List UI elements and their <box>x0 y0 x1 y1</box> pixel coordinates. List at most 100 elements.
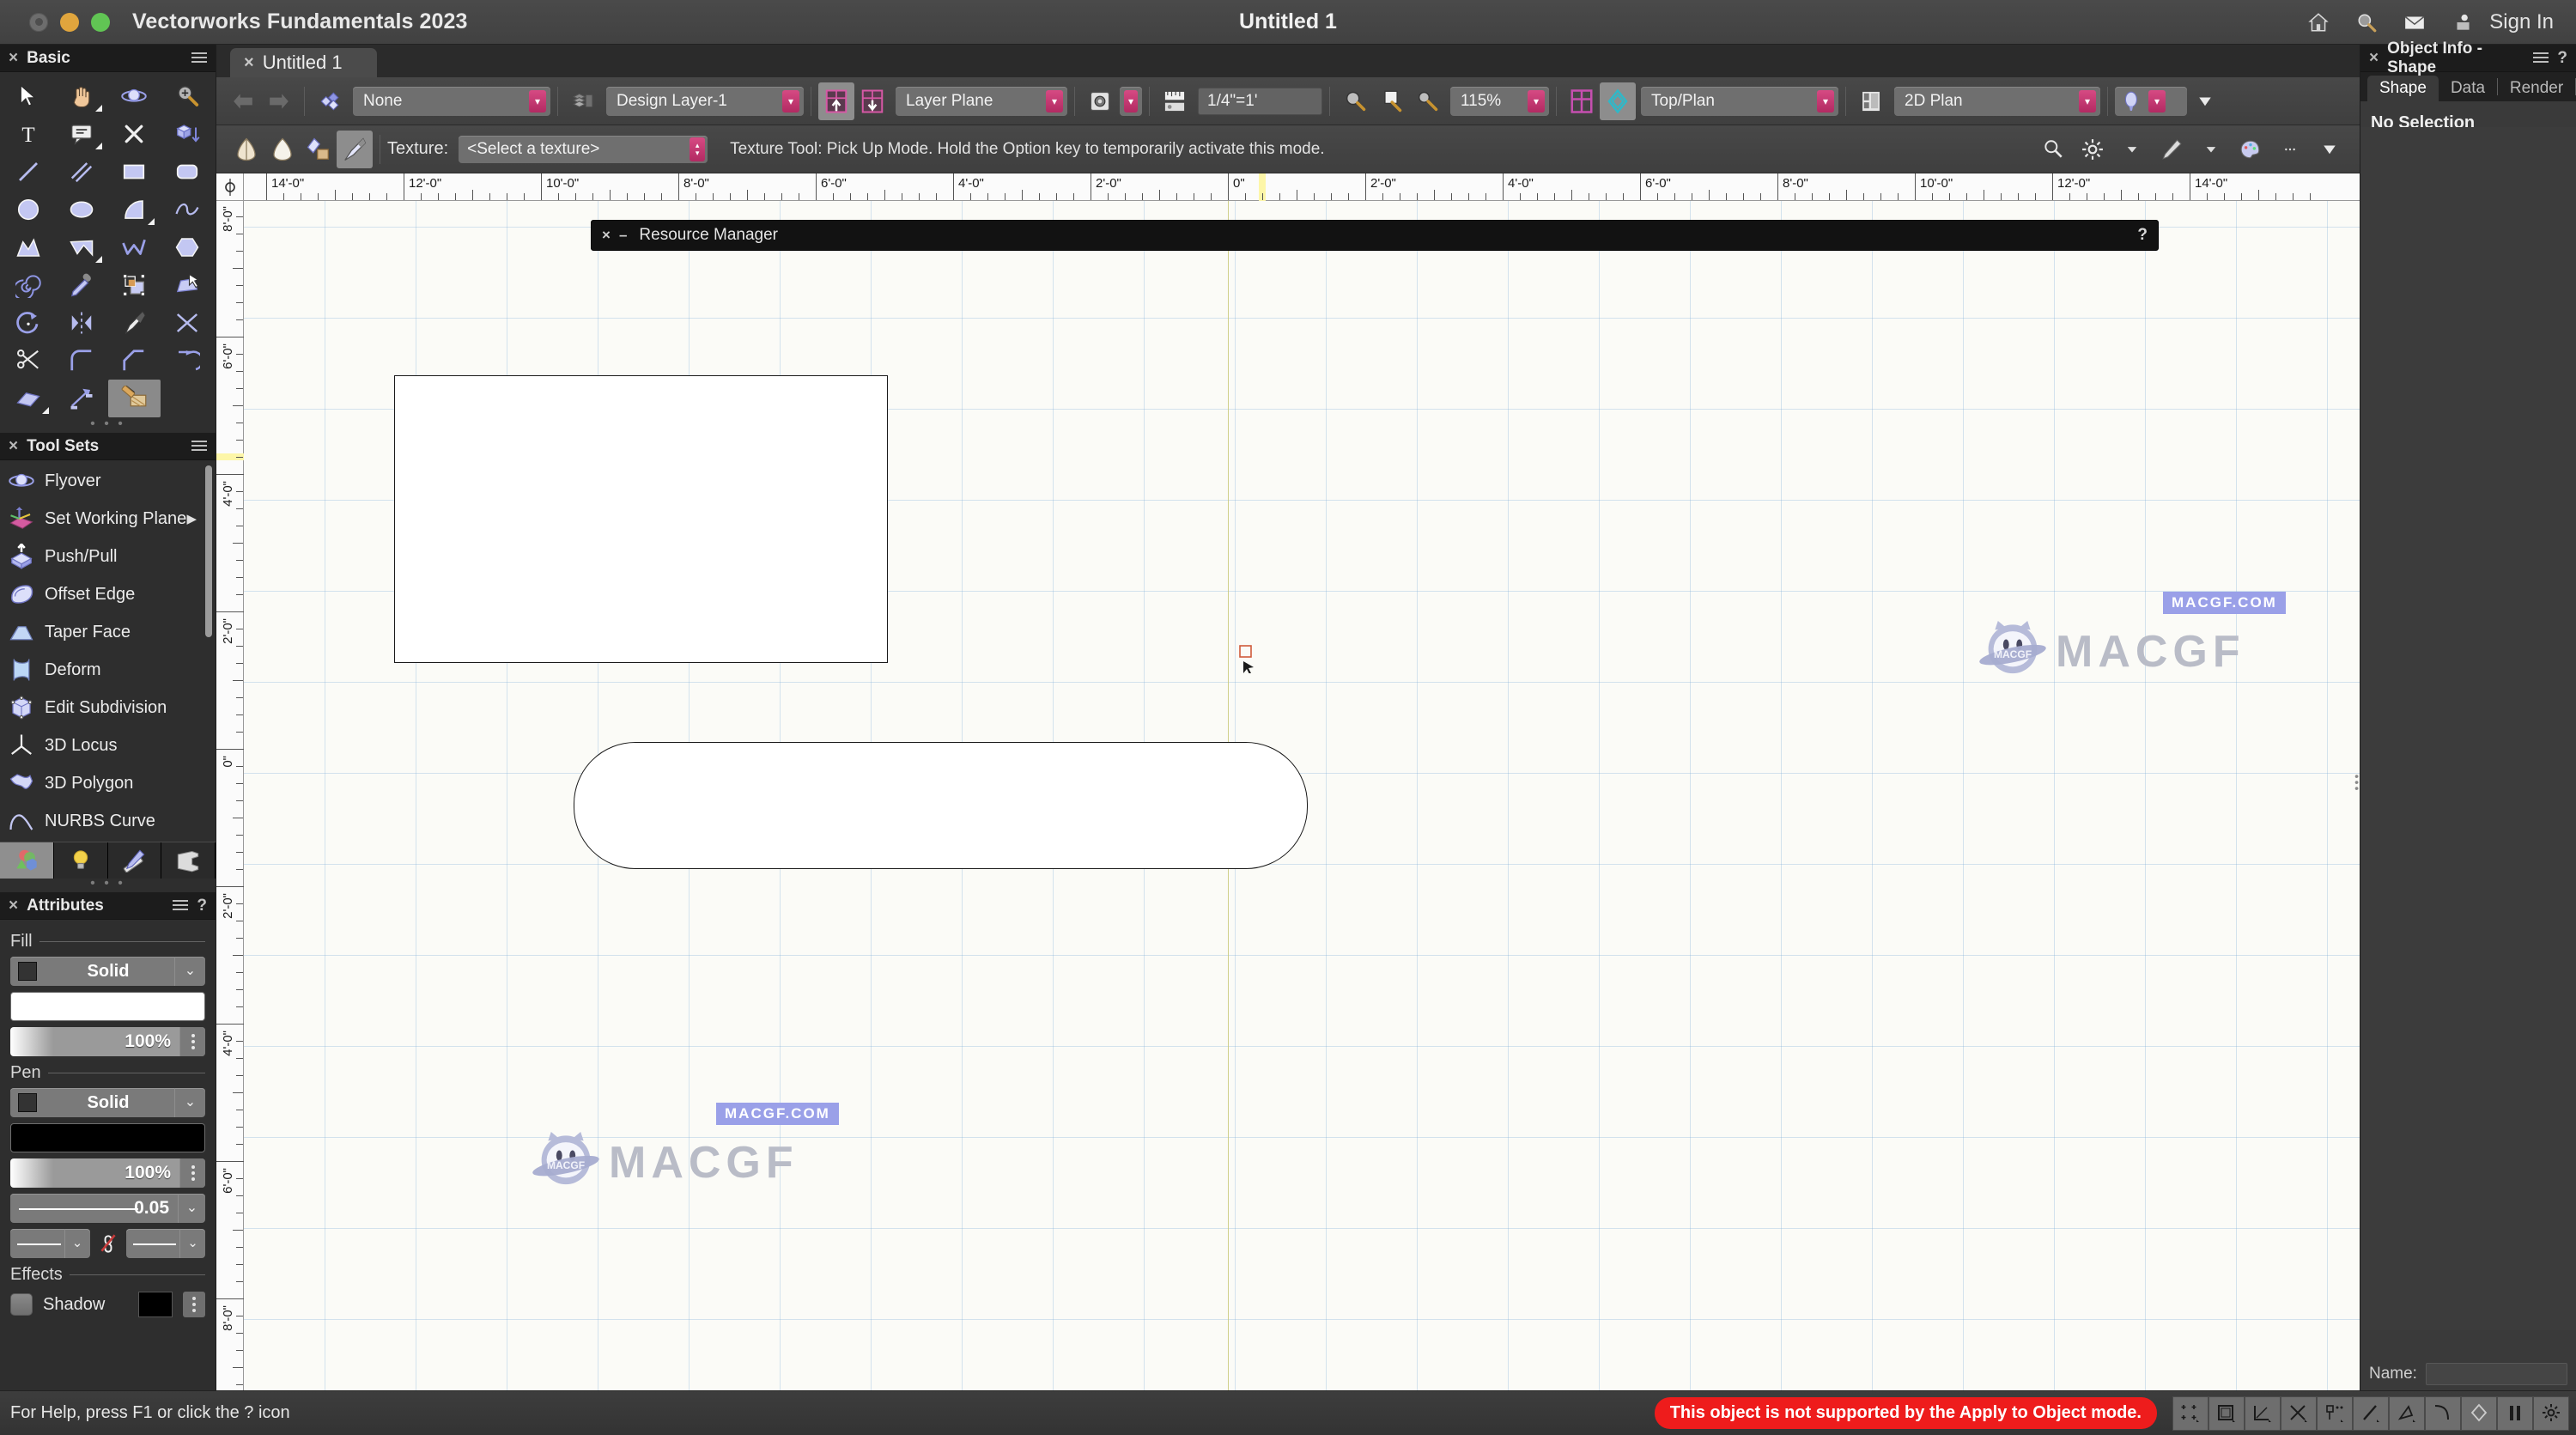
offset-tool[interactable] <box>161 342 214 380</box>
help-icon[interactable]: ? <box>2137 226 2148 245</box>
resource-manager-window[interactable]: × – Resource Manager ? <box>591 220 2159 251</box>
callout-tool[interactable] <box>55 115 108 153</box>
vertical-ruler[interactable]: 8'-0"6'-0"4'-0"2'-0"0"2'-0"4'-0"6'-0"8'-… <box>216 173 244 1390</box>
unified-view-dropdown[interactable]: ▾ <box>1120 87 1142 116</box>
tab-render[interactable]: Render <box>2498 76 2575 101</box>
chevron-down-icon[interactable]: ▾ <box>529 90 546 112</box>
spiral-tool[interactable] <box>2 266 55 304</box>
magnifier-settings-button[interactable] <box>2035 131 2071 168</box>
zoom-button[interactable] <box>1409 82 1445 120</box>
move-by-points-tool[interactable] <box>161 266 214 304</box>
scale-input[interactable]: 1/4"=1' <box>1198 88 1322 115</box>
palette-resize-handle[interactable]: • • • <box>0 879 216 892</box>
home-icon[interactable] <box>2306 11 2331 33</box>
sidebar-item-taper-face[interactable]: Taper Face <box>0 613 216 651</box>
eraser-tool[interactable] <box>2 380 55 417</box>
connect-combine-tool[interactable] <box>55 380 108 417</box>
rounded-rectangle-shape[interactable] <box>574 742 1308 869</box>
tab-shape[interactable]: Shape <box>2367 76 2439 101</box>
chevron-down-icon[interactable]: ▾ <box>1046 90 1063 112</box>
mail-icon[interactable] <box>2402 11 2427 33</box>
reshape-tool[interactable] <box>108 266 161 304</box>
spline-tool[interactable] <box>161 191 214 228</box>
locus-tool[interactable] <box>108 115 161 153</box>
detailing-tab[interactable] <box>161 842 216 879</box>
sign-in-button[interactable]: Sign In <box>2489 10 2554 34</box>
pick-up-mode[interactable] <box>337 131 373 168</box>
snap-to-angle-button[interactable] <box>2389 1396 2425 1431</box>
lighting-tab[interactable] <box>54 842 108 879</box>
render-mode-button[interactable] <box>1853 82 1889 120</box>
gear-dropdown[interactable] <box>2114 131 2150 168</box>
tab-data[interactable]: Data <box>2439 76 2497 101</box>
stepper-icon[interactable]: ▴▾ <box>690 137 705 161</box>
rectangle-tool[interactable] <box>108 153 161 191</box>
help-icon[interactable]: ? <box>2557 49 2567 68</box>
maximize-window-button[interactable] <box>91 13 110 32</box>
chevron-down-icon[interactable]: ▾ <box>782 90 799 112</box>
zoom-tool[interactable] <box>161 77 214 115</box>
fit-page-button[interactable] <box>1337 82 1373 120</box>
chevron-down-icon[interactable]: ▾ <box>1528 90 1545 112</box>
snap-to-object-button[interactable] <box>2208 1396 2245 1431</box>
rectangle-shape[interactable] <box>394 375 888 663</box>
chevron-right-icon[interactable]: ▶ <box>186 511 197 526</box>
ruler-corner[interactable] <box>216 173 244 201</box>
sidebar-item-deform[interactable]: Deform <box>0 651 216 689</box>
rounded-rectangle-tool[interactable] <box>161 153 214 191</box>
sidebar-item-3d-polygon[interactable]: 3D Polygon <box>0 764 216 802</box>
clip-tool[interactable] <box>161 304 214 342</box>
snap-to-grid-button[interactable] <box>2245 1396 2281 1431</box>
smart-edge-button[interactable] <box>2317 1396 2353 1431</box>
chevron-down-icon[interactable]: ⌄ <box>179 1229 205 1258</box>
end-marker-select[interactable]: ⌄ <box>126 1229 206 1258</box>
fillet-tool[interactable] <box>55 342 108 380</box>
toolbar-overflow-button[interactable] <box>2187 82 2223 120</box>
plane-down-button[interactable] <box>854 82 890 120</box>
shadow-checkbox[interactable] <box>10 1293 33 1316</box>
selection-tool[interactable] <box>2 77 55 115</box>
scale-button[interactable] <box>1157 82 1193 120</box>
extrude-tool[interactable] <box>161 115 214 153</box>
chevron-down-icon[interactable]: ⌄ <box>64 1229 90 1258</box>
gear-button[interactable] <box>2075 131 2111 168</box>
more-options-button[interactable] <box>2272 131 2308 168</box>
pen-style-select[interactable]: Solid ⌄ <box>10 1088 205 1117</box>
suspend-snapping-button[interactable] <box>2497 1396 2533 1431</box>
close-icon[interactable]: × <box>9 438 18 454</box>
double-line-tool[interactable] <box>55 153 108 191</box>
chevron-down-icon[interactable]: ⌄ <box>174 1088 205 1117</box>
transfer-texture-mode[interactable] <box>301 131 337 168</box>
close-icon[interactable]: × <box>9 50 18 66</box>
minimize-window-button[interactable] <box>60 13 79 32</box>
class-button[interactable] <box>312 82 348 120</box>
drawing-canvas[interactable]: × – Resource Manager ? <box>244 201 2360 1390</box>
zoom-selection-button[interactable] <box>1373 82 1409 120</box>
sidebar-item-flyover[interactable]: Flyover <box>0 462 216 500</box>
plane-up-button[interactable] <box>818 82 854 120</box>
hamburger-icon[interactable] <box>2533 52 2549 64</box>
panel-splitter[interactable]: ••• <box>2354 773 2359 791</box>
lighting-select[interactable]: ▾ <box>2115 87 2187 116</box>
flyover-tool[interactable] <box>108 77 161 115</box>
line-weight-select[interactable]: 0.05 ⌄ <box>10 1194 205 1223</box>
arc-tool[interactable] <box>108 191 161 228</box>
modeling-tab[interactable] <box>0 842 54 879</box>
pen-dropdown[interactable] <box>2193 131 2229 168</box>
sidebar-item-edit-subdivision[interactable]: Edit Subdivision <box>0 689 216 727</box>
user-icon[interactable] <box>2450 11 2476 33</box>
hamburger-icon[interactable] <box>173 900 188 911</box>
palette-resize-handle[interactable]: • • • <box>0 419 216 433</box>
layer-select[interactable]: Design Layer-1 ▾ <box>606 87 804 116</box>
regular-polygon-tool[interactable] <box>161 228 214 266</box>
snap-to-intersection-button[interactable] <box>2353 1396 2389 1431</box>
chevron-down-icon[interactable]: ⌄ <box>174 957 205 986</box>
trim-tool[interactable] <box>2 342 55 380</box>
fill-opacity-slider[interactable]: 100% <box>10 1027 205 1056</box>
dims-notes-tab[interactable] <box>108 842 162 879</box>
snap-to-tangent-button[interactable] <box>2425 1396 2461 1431</box>
view-select[interactable]: Top/Plan ▾ <box>1641 87 1838 116</box>
drawing-area[interactable]: 14'-0"12'-0"10'-0"8'-0"6'-0"4'-0"2'-0"0"… <box>216 173 2360 1390</box>
hamburger-icon[interactable] <box>191 52 207 64</box>
snap-to-distance-button[interactable] <box>2461 1396 2497 1431</box>
